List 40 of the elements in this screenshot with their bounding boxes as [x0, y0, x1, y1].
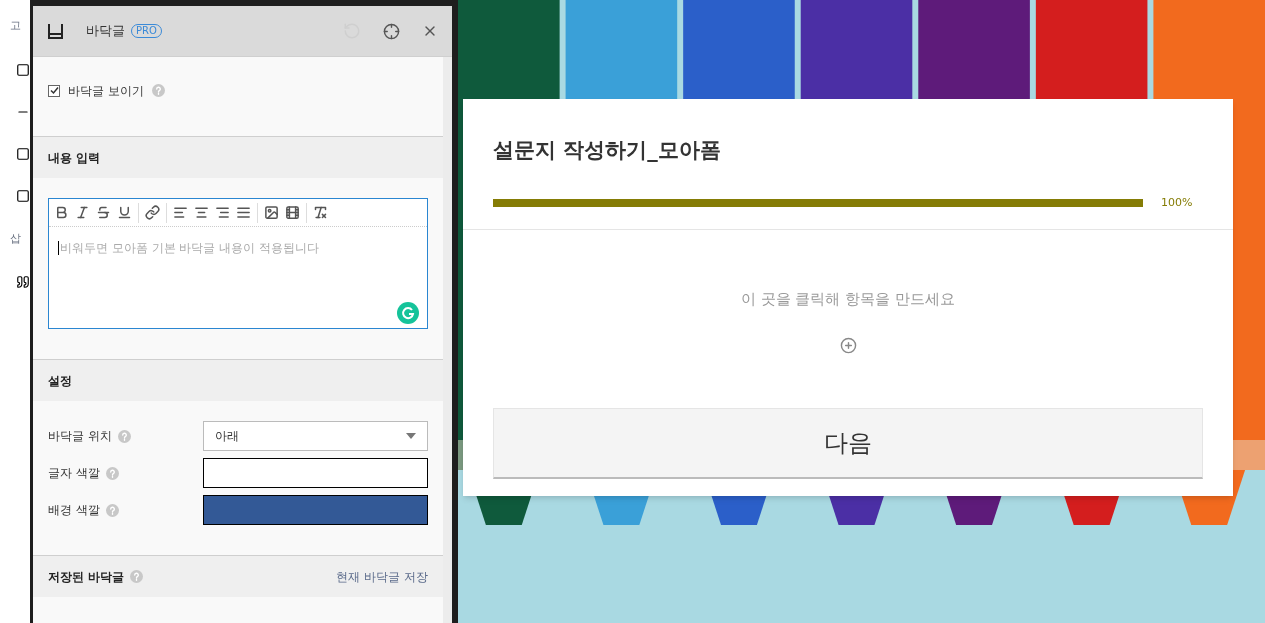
setting-label: 바닥글 위치	[48, 428, 112, 445]
section-heading: 내용 입력	[48, 149, 101, 167]
form-title: 설문지 작성하기_모아폼	[493, 138, 721, 162]
color-swatch[interactable]	[203, 458, 428, 488]
sidebar-icon[interactable]	[16, 188, 30, 203]
video-icon[interactable]	[285, 205, 300, 220]
link-icon[interactable]	[145, 205, 160, 220]
align-center-icon[interactable]	[194, 205, 209, 220]
align-left-icon[interactable]	[173, 205, 188, 220]
next-button[interactable]: 다음	[493, 407, 1203, 479]
position-select[interactable]: 아래	[203, 421, 428, 451]
image-icon[interactable]	[264, 205, 279, 220]
save-footer-link[interactable]: 현재 바닥글 저장	[336, 567, 428, 586]
color-swatch[interactable]	[203, 495, 428, 525]
dropdown-caret-icon	[406, 433, 416, 439]
align-right-icon[interactable]	[215, 205, 230, 220]
section-heading: 설정	[48, 372, 72, 390]
add-item-icon[interactable]	[839, 336, 857, 354]
strikethrough-icon[interactable]	[96, 205, 111, 220]
align-justify-icon[interactable]	[236, 205, 251, 220]
sidebar-label: 고	[9, 18, 22, 34]
checkbox-label: 바닥글 보이기	[68, 82, 144, 100]
underline-icon[interactable]	[117, 205, 132, 220]
panel-title: 바닥글	[86, 22, 125, 41]
section-heading: 저장된 바닥글	[48, 568, 125, 586]
editor-placeholder: 비워두면 모아폼 기본 바닥글 내용이 적용됩니다	[58, 241, 320, 255]
italic-icon[interactable]	[75, 205, 90, 220]
sidebar-icon[interactable]	[16, 62, 30, 77]
locate-icon[interactable]	[383, 22, 400, 40]
setting-label: 배경 색깔	[48, 502, 100, 519]
clear-format-icon[interactable]	[313, 205, 328, 220]
sidebar-label: 삽	[9, 230, 22, 247]
sidebar-icon[interactable]	[16, 146, 30, 161]
checkbox[interactable]	[48, 84, 60, 97]
setting-label: 글자 색깔	[48, 465, 100, 482]
save-icon[interactable]	[47, 22, 64, 40]
progress-reading: 100%	[1161, 194, 1193, 211]
bold-icon[interactable]	[54, 205, 69, 220]
empty-hint: 이 곳을 클릭해 항목을 만드세요	[740, 289, 956, 310]
sidebar-icon[interactable]	[16, 275, 30, 289]
